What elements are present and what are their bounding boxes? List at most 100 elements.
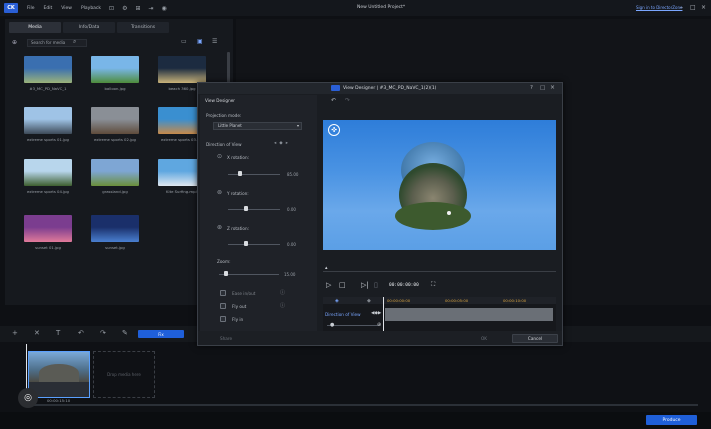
share-button[interactable]: Share xyxy=(206,334,246,343)
media-label: extreme sports 04.jpg xyxy=(27,189,69,194)
video-preview[interactable]: ✜ xyxy=(323,120,556,250)
dialog-close-icon[interactable]: × xyxy=(550,84,555,91)
import-icon[interactable]: ⊕ xyxy=(12,39,17,46)
redo-icon[interactable]: ↷ xyxy=(345,97,350,104)
keyframe-diamond-icon[interactable]: ◈ xyxy=(335,298,339,304)
fly-in-checkbox[interactable] xyxy=(220,316,226,322)
signin-link[interactable]: Sign in to DirectorZone xyxy=(636,5,682,10)
ok-button[interactable]: OK xyxy=(460,334,508,343)
timecode[interactable]: 00:00:00:00 xyxy=(389,283,419,288)
camera-icon[interactable]: ◎ xyxy=(18,388,38,408)
y-rotation-value[interactable]: 0.00 xyxy=(287,207,296,212)
x-rotation-knob[interactable] xyxy=(238,171,242,176)
edit-icon[interactable]: ⊞ xyxy=(135,5,140,12)
settings-icon[interactable]: ⚙ xyxy=(122,5,127,12)
media-thumbnail[interactable] xyxy=(91,56,139,83)
media-thumbnail[interactable] xyxy=(91,107,139,134)
z-rotation-value[interactable]: 0.00 xyxy=(287,242,296,247)
cancel-button[interactable]: Cancel xyxy=(512,334,558,343)
fix-button[interactable]: Fix xyxy=(138,330,184,338)
gyro-icon[interactable]: ✜ xyxy=(328,124,340,136)
snapshot-icon[interactable]: ▯ xyxy=(374,281,378,289)
media-label: sunset 01.jpg xyxy=(35,245,61,250)
media-thumbnail[interactable] xyxy=(158,56,206,83)
cut-icon[interactable]: ✕ xyxy=(34,329,40,337)
search-icon[interactable]: ⌕ xyxy=(73,38,76,46)
list-view-icon[interactable]: ☰ xyxy=(212,38,217,45)
help-icon[interactable]: ? xyxy=(530,85,533,91)
keyframe-playhead[interactable] xyxy=(383,297,384,331)
media-thumbnail[interactable] xyxy=(91,159,139,186)
z-rotation-slider[interactable] xyxy=(228,244,280,245)
fly-out-checkbox[interactable] xyxy=(220,303,226,309)
projection-select[interactable]: Little Planet ▾ xyxy=(213,122,302,130)
media-thumbnail[interactable] xyxy=(24,159,72,186)
maximize-icon[interactable]: □ xyxy=(690,4,696,11)
next-frame-icon[interactable]: ▷| xyxy=(361,281,369,289)
undo-icon[interactable]: ↶ xyxy=(78,329,84,337)
ruler-tick-0: 00:00:00:00 xyxy=(387,298,411,303)
dialog-maximize-icon[interactable]: □ xyxy=(540,85,545,91)
zoom-slider[interactable] xyxy=(219,274,279,275)
play-icon[interactable]: ▷ xyxy=(326,281,331,289)
drop-zone[interactable]: Drop media here xyxy=(93,351,155,398)
stop-icon[interactable]: □ xyxy=(339,281,346,289)
info-icon[interactable]: ⓘ xyxy=(280,289,285,296)
media-label: grassland.jpg xyxy=(102,189,128,194)
zoom-value[interactable]: 15.00 xyxy=(284,272,295,277)
x-rotation-value[interactable]: 85.00 xyxy=(287,172,298,177)
close-icon[interactable]: × xyxy=(701,4,706,11)
z-rotation-knob[interactable] xyxy=(244,241,248,246)
timeline-scrollbar[interactable] xyxy=(28,404,698,406)
track-keyframe-icon[interactable]: ◀◆▶ xyxy=(371,311,381,316)
keyframe-track: ◈ ◆ 00:00:00:00 00:00:05:00 00:00:10:00 … xyxy=(323,297,556,331)
info-icon[interactable]: ⓘ xyxy=(280,302,285,309)
media-thumbnail[interactable] xyxy=(91,215,139,242)
keyframe-nav-icons[interactable]: ◂◆▸ xyxy=(274,141,291,146)
menu-edit[interactable]: Edit xyxy=(44,6,53,11)
zoom-knob-icon[interactable]: ● xyxy=(330,322,334,328)
tab-transitions[interactable]: Transitions xyxy=(117,22,169,33)
capture-icon[interactable]: ⊡ xyxy=(109,5,114,12)
undo-icon[interactable]: ↶ xyxy=(331,97,336,104)
dialog-footer: Share OK Cancel xyxy=(198,331,562,345)
zoom-in-icon[interactable]: ⊕ xyxy=(377,322,381,328)
add-track-icon[interactable]: + xyxy=(12,329,18,337)
app-title: New Untitled Project* xyxy=(357,5,406,10)
y-rotation-slider[interactable] xyxy=(228,209,280,210)
clip-timecode: 00:00:15:10 xyxy=(47,398,71,403)
fullscreen-icon[interactable]: ⛶ xyxy=(431,281,435,289)
track-zoom-slider[interactable] xyxy=(327,325,379,326)
scrub-handle-icon[interactable]: ▴ xyxy=(325,265,328,271)
disc-icon[interactable]: ◉ xyxy=(162,5,167,12)
text-icon[interactable]: T xyxy=(56,329,60,337)
zoom-knob[interactable] xyxy=(224,271,228,276)
media-thumbnail[interactable] xyxy=(24,107,72,134)
redo-icon[interactable]: ↷ xyxy=(100,329,106,337)
media-label: sunset.jpg xyxy=(105,245,125,250)
media-thumbnail[interactable] xyxy=(24,215,72,242)
tools-icon[interactable]: ✎ xyxy=(122,329,128,337)
x-rotation-slider[interactable] xyxy=(228,174,280,175)
little-planet-image xyxy=(395,142,471,230)
tab-info-data[interactable]: Info/Data xyxy=(63,22,115,33)
y-rotation-knob[interactable] xyxy=(244,206,248,211)
preview-scrubber[interactable] xyxy=(323,271,556,272)
menu-file[interactable]: File xyxy=(27,6,35,11)
grid-view-icon[interactable]: ▣ xyxy=(197,38,203,45)
produce-button[interactable]: Produce xyxy=(646,415,697,425)
produce-icon[interactable]: ⇥ xyxy=(148,5,153,12)
keyframe-clip[interactable] xyxy=(385,308,553,321)
minimize-icon[interactable]: – xyxy=(680,4,683,11)
menu-view[interactable]: View xyxy=(61,6,72,11)
timeline-clip[interactable] xyxy=(28,351,90,398)
keyframe-add-icon[interactable]: ◆ xyxy=(367,298,371,304)
search-input[interactable]: Search for media xyxy=(27,39,87,47)
app-logo: CK xyxy=(4,3,18,13)
menu-playback[interactable]: Playback xyxy=(81,6,101,11)
ease-checkbox[interactable] xyxy=(220,290,226,296)
tab-media[interactable]: Media xyxy=(9,22,61,33)
media-thumbnail[interactable] xyxy=(24,56,72,83)
view-icon[interactable]: ▭ xyxy=(181,38,187,45)
panel-title: View Designer xyxy=(205,98,236,103)
